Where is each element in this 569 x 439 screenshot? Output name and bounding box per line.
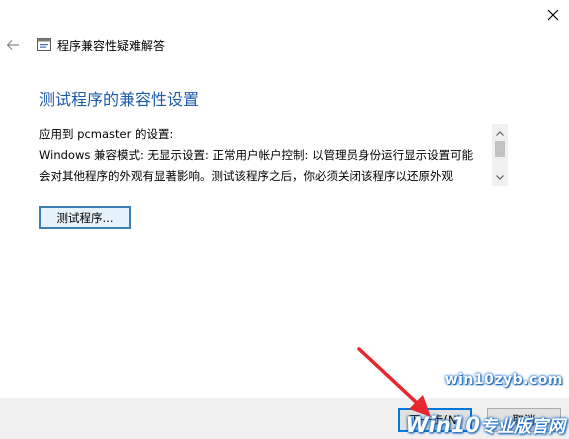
settings-line: 会对其他程序的外观有显著影响。测试该程序之后，你必须关闭该程序以还原外观 — [39, 169, 453, 183]
chevron-down-icon — [496, 174, 504, 180]
cancel-button[interactable]: 取消 — [487, 408, 561, 432]
close-button[interactable] — [536, 0, 569, 30]
page-title: 测试程序的兼容性设置 — [39, 90, 200, 109]
scroll-thumb[interactable] — [495, 141, 505, 157]
settings-line: 应用到 pcmaster 的设置: — [39, 127, 174, 141]
settings-line: Windows 兼容模式: 无显示设置: 正常用户帐户控制: 以管理员身份运行显… — [39, 148, 474, 162]
test-program-button[interactable]: 测试程序... — [39, 206, 131, 229]
close-icon — [547, 9, 558, 21]
settings-text-area[interactable]: 应用到 pcmaster 的设置: Windows 兼容模式: 无显示设置: 正… — [39, 124, 491, 186]
window-header: 程序兼容性疑难解答 — [0, 30, 569, 60]
next-button[interactable]: 下一步(N) — [398, 408, 472, 432]
back-button[interactable] — [5, 38, 21, 52]
footer-bar: 下一步(N) 取消 — [0, 398, 569, 439]
settings-scrollbar[interactable] — [492, 124, 508, 186]
scroll-up-button[interactable] — [492, 126, 508, 140]
settings-summary-box: 应用到 pcmaster 的设置: Windows 兼容模式: 无显示设置: 正… — [39, 124, 508, 186]
scroll-down-button[interactable] — [492, 170, 508, 184]
chevron-up-icon — [496, 130, 504, 136]
back-arrow-icon — [6, 40, 19, 50]
window-title: 程序兼容性疑难解答 — [57, 39, 166, 53]
watermark-url: win10zyb.com — [444, 372, 563, 388]
troubleshooter-icon — [37, 38, 51, 51]
